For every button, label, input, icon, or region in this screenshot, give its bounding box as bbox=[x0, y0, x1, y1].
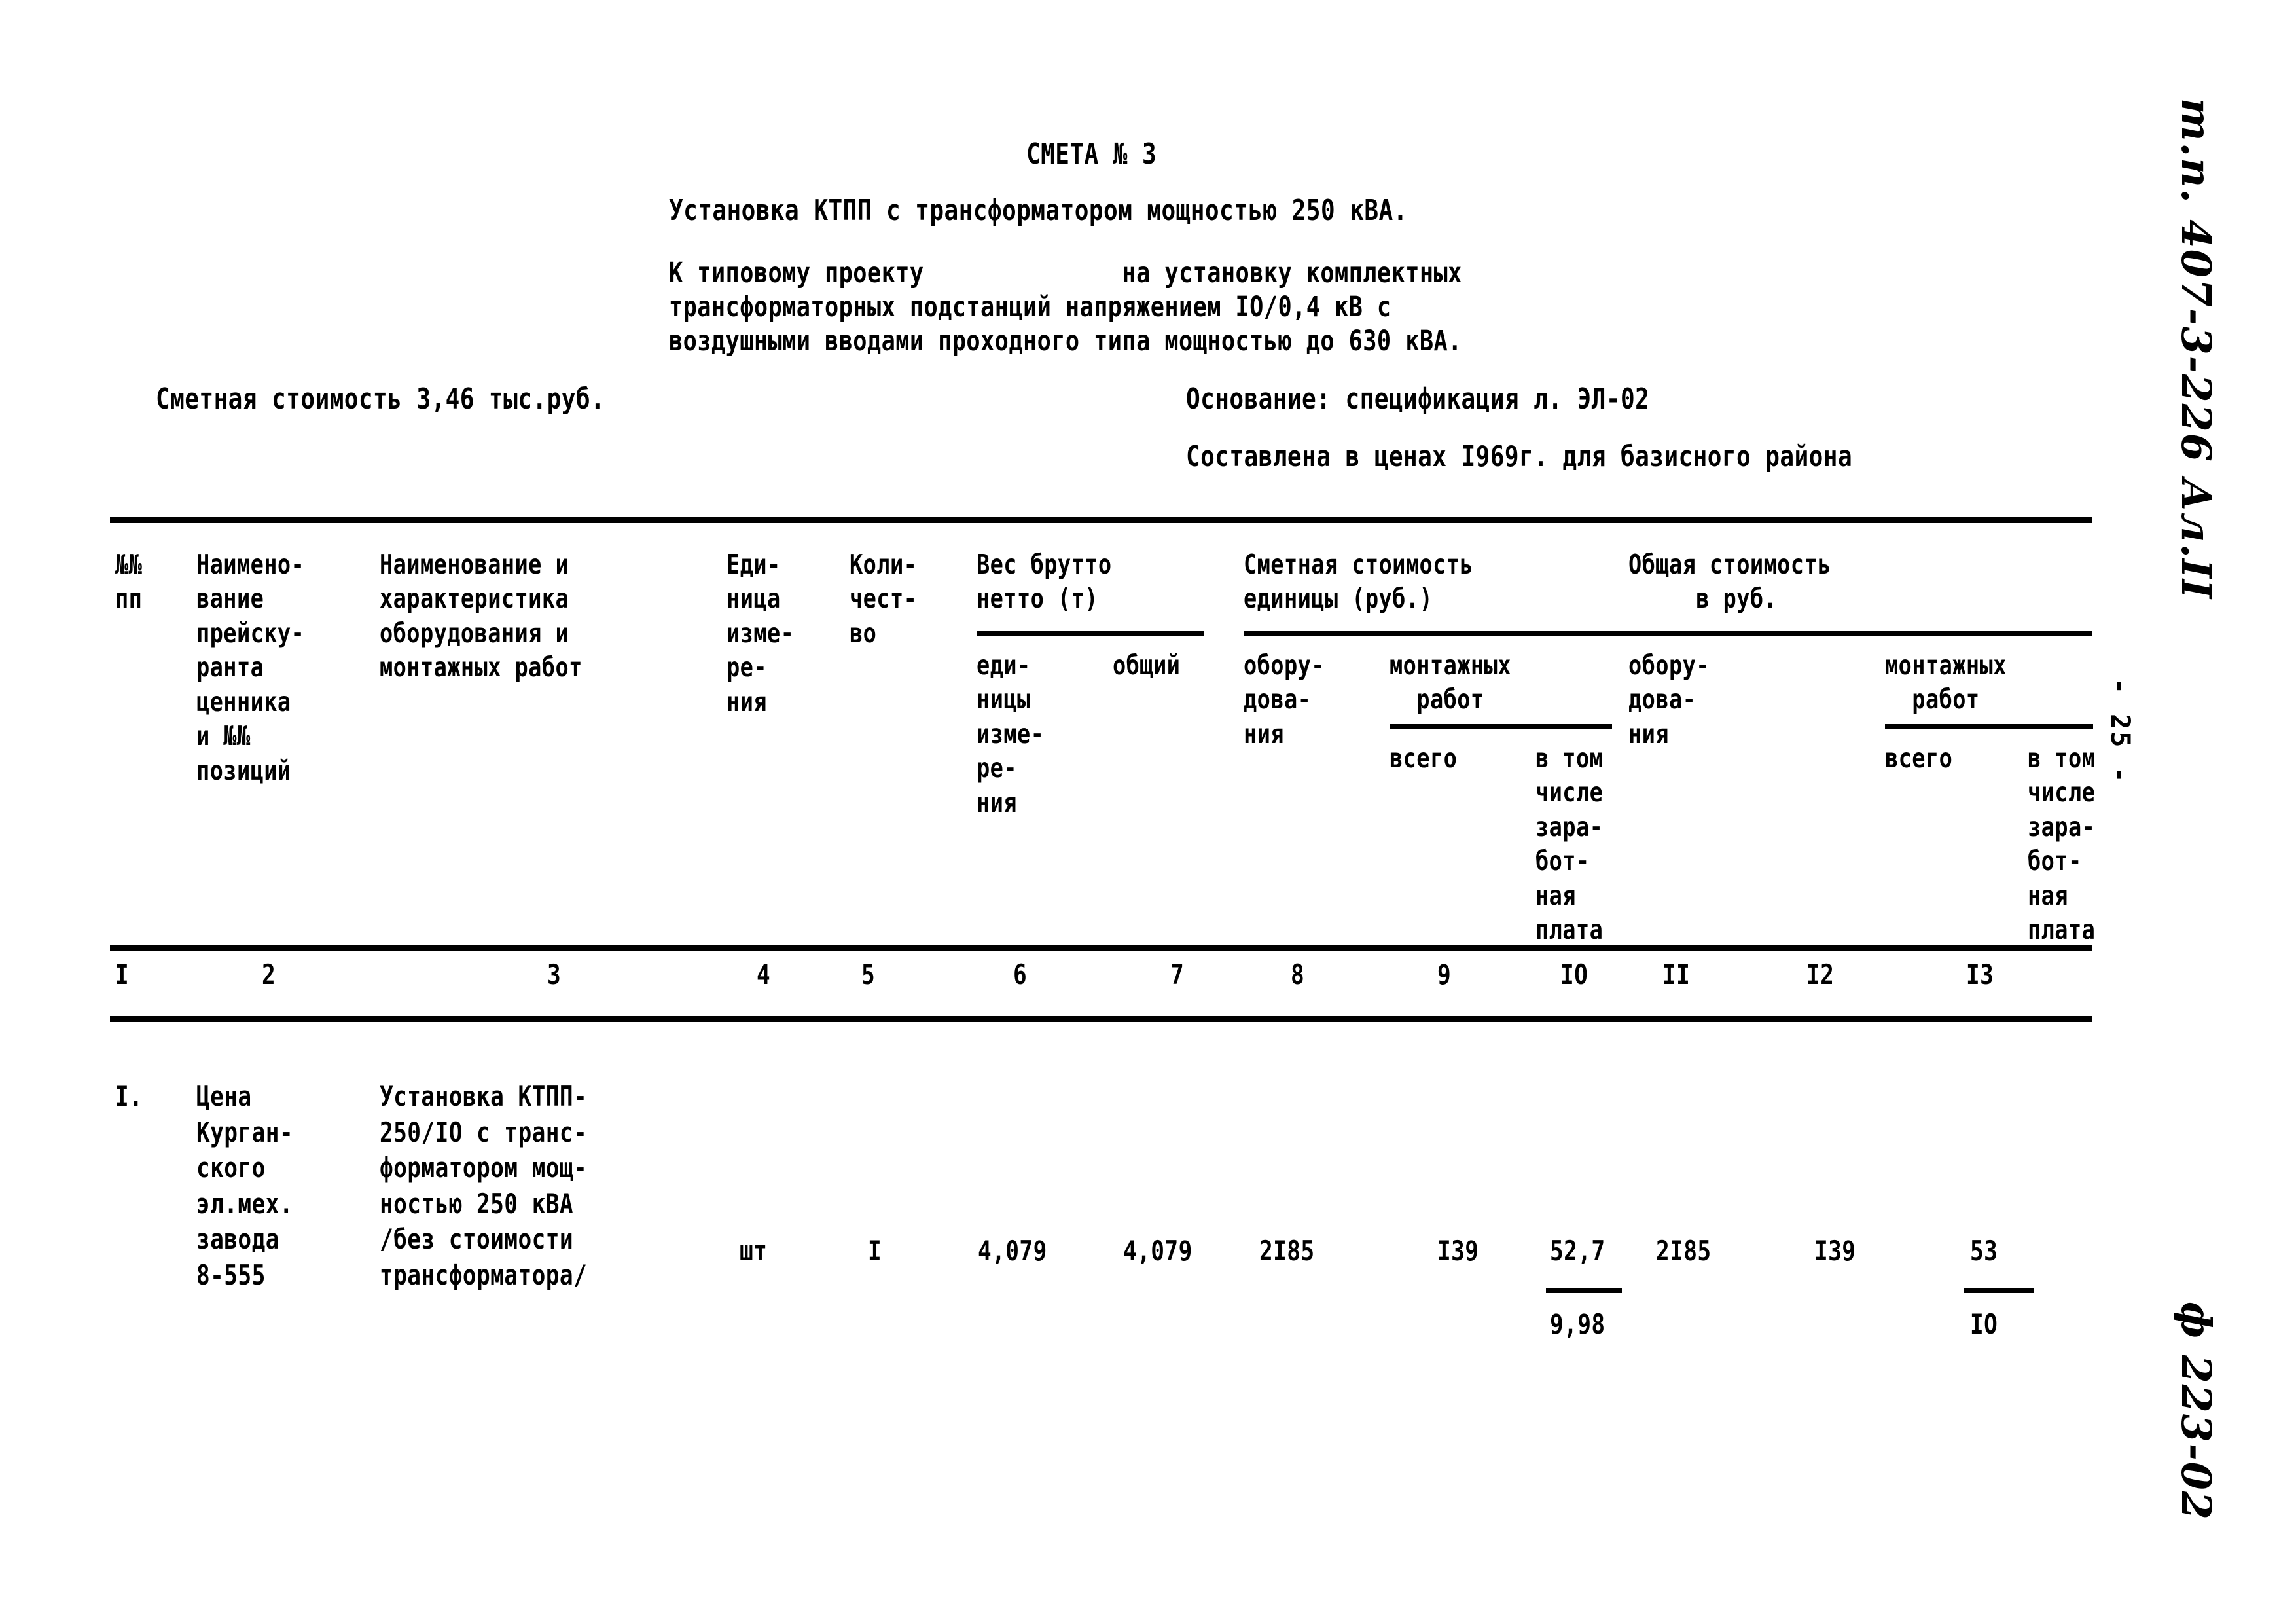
prices-note-label: Составлена в ценах I969г. для базисного … bbox=[1186, 440, 1853, 473]
table-header-total-cost-group: Общая стоимость в руб. bbox=[1628, 549, 1831, 615]
table-row-weight-total: 4,079 bbox=[1123, 1235, 1193, 1267]
column-number: I2 bbox=[1806, 958, 1835, 991]
column-numbers-bottom-rule bbox=[110, 1016, 2092, 1022]
column-number: I3 bbox=[1966, 958, 1994, 991]
column-number: 8 bbox=[1291, 958, 1305, 991]
table-header-unit-cost-group: Сметная стоимость единицы (руб.) bbox=[1244, 549, 1474, 615]
table-top-rule bbox=[110, 517, 2092, 523]
column-number: 5 bbox=[861, 958, 876, 991]
sheet-reference-annotation: ф 223-02 bbox=[2172, 1302, 2220, 1521]
table-row-unit-cost-equipment: 2I85 bbox=[1259, 1235, 1315, 1267]
table-row-unit-cost-montage-wage-bottom: 9,98 bbox=[1550, 1308, 1605, 1340]
table-row-total-montage-wage-bottom: IО bbox=[1970, 1308, 1998, 1340]
intro-paragraph-line-1: К типовому проекту на установку комплект… bbox=[669, 257, 1462, 289]
fraction-rule-unit-wage bbox=[1546, 1288, 1622, 1293]
project-code-annotation: т.п. 407-3-226 Ал.II bbox=[2172, 98, 2220, 600]
column-number: I bbox=[115, 958, 130, 991]
table-header-weight-group: Вес брутто нетто (т) bbox=[977, 549, 1112, 615]
table-row-weight-per-unit: 4,079 bbox=[978, 1235, 1047, 1267]
column-number: II bbox=[1662, 958, 1691, 991]
column-number: 4 bbox=[757, 958, 771, 991]
table-row-unit-cost-montage-all: I39 bbox=[1437, 1235, 1479, 1267]
intro-paragraph-line-2: трансформаторных подстанций напряжением … bbox=[669, 291, 1391, 323]
table-header-unit-montage-all: всего bbox=[1390, 742, 1458, 774]
montage-group-rule-1 bbox=[1390, 724, 1612, 729]
montage-group-rule-2 bbox=[1885, 724, 2093, 729]
table-row-unit-cost-montage-wage-top: 52,7 bbox=[1550, 1235, 1605, 1267]
table-row-unit: шт bbox=[740, 1235, 768, 1267]
table-header-unit-cost-equipment: обору- дова- ния bbox=[1244, 649, 1325, 750]
table-row-description: Установка КТПП- 250/IО с транс- форматор… bbox=[380, 1080, 588, 1291]
table-row-total-montage-wage-top: 53 bbox=[1970, 1235, 1998, 1267]
cost-group-rule bbox=[1244, 631, 2092, 636]
table-header-no: №№ пп bbox=[115, 549, 143, 615]
fraction-rule-total-wage bbox=[1964, 1288, 2034, 1293]
column-number: 7 bbox=[1170, 958, 1185, 991]
column-number: IO bbox=[1560, 958, 1588, 991]
column-number: 3 bbox=[547, 958, 562, 991]
column-number: 6 bbox=[1013, 958, 1028, 991]
weight-group-rule bbox=[977, 631, 1204, 636]
table-header-unit: Еди- ница изме- ре- ния bbox=[726, 549, 795, 718]
column-number: 2 bbox=[262, 958, 276, 991]
basis-label: Основание: спецификация л. ЭЛ-02 bbox=[1186, 382, 1650, 416]
page-title: СМЕТА № 3 bbox=[1026, 137, 1157, 171]
column-numbers-top-rule bbox=[110, 945, 2092, 951]
table-row-position: I. bbox=[115, 1080, 143, 1112]
document-page: СМЕТА № 3 Установка КТПП с трансформатор… bbox=[0, 0, 2296, 1623]
table-header-unit-cost-montage: монтажных работ bbox=[1390, 649, 1511, 716]
document-subtitle: Установка КТПП с трансформатором мощност… bbox=[669, 194, 1408, 227]
table-header-description: Наименование и характеристика оборудован… bbox=[380, 549, 583, 684]
table-header-unit-montage-wage: в том числе зара- бот- ная плата bbox=[1535, 742, 1604, 946]
table-header-total-montage-wage: в том числе зара- бот- ная плата bbox=[2028, 742, 2096, 946]
page-number-annotation: - 25 - bbox=[2105, 678, 2135, 785]
table-row-pricelist: Цена Курган- ского эл.мех. завода 8-555 bbox=[196, 1080, 294, 1291]
table-header-quantity: Коли- чест- во bbox=[850, 549, 918, 649]
table-header-total-cost-equipment: обору- дова- ния bbox=[1628, 649, 1710, 750]
table-header-total-montage-all: всего bbox=[1885, 742, 1953, 774]
table-header-total-cost-montage: монтажных работ bbox=[1885, 649, 2007, 716]
table-row-total-equipment: 2I85 bbox=[1656, 1235, 1712, 1267]
column-number: 9 bbox=[1437, 958, 1452, 991]
table-header-pricelist: Наимено- вание прейску- ранта ценника и … bbox=[196, 549, 305, 786]
intro-paragraph-line-3: воздушными вводами проходного типа мощно… bbox=[669, 325, 1462, 357]
table-header-weight-per-unit: еди- ницы изме- ре- ния bbox=[977, 649, 1045, 818]
estimated-cost-label: Сметная стоимость 3,46 тыс.руб. bbox=[156, 382, 605, 416]
table-row-total-montage-all: I39 bbox=[1814, 1235, 1856, 1267]
table-header-weight-total: общий bbox=[1113, 649, 1181, 681]
table-row-quantity: I bbox=[868, 1235, 882, 1267]
